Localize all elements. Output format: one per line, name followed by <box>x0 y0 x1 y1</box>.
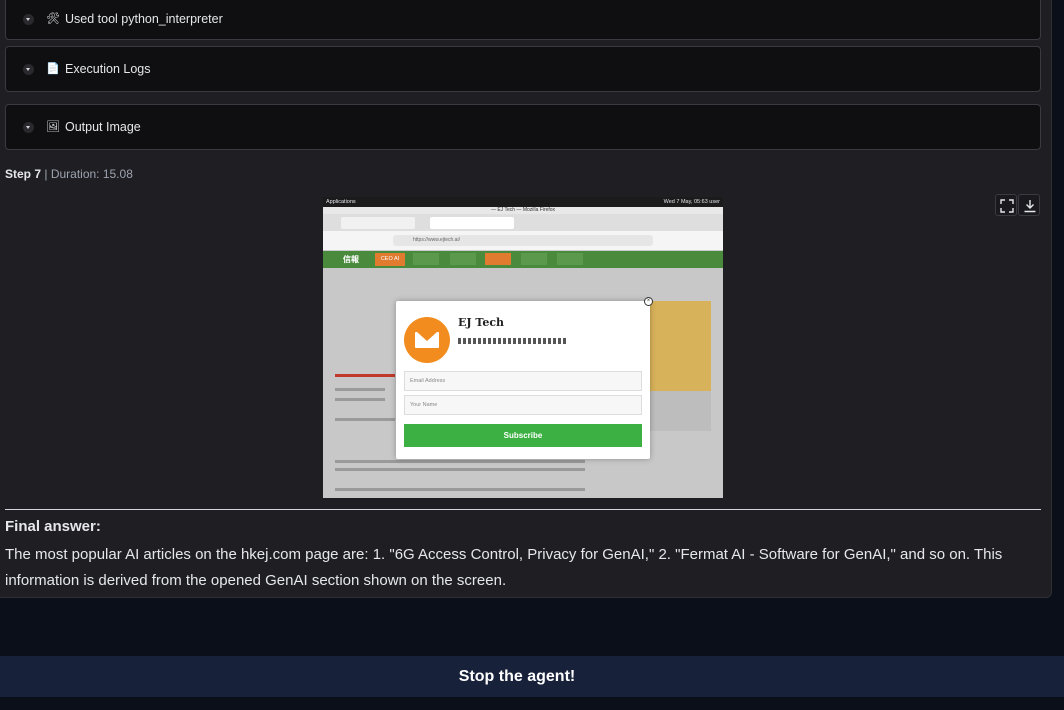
browser-tab <box>341 217 415 229</box>
page-line <box>335 468 585 471</box>
desktop-topbar: Applications Wed 7 May, 05:63 user <box>323 197 723 207</box>
logs-icon: 📄 <box>46 62 60 75</box>
stop-agent-button[interactable]: Stop the agent! <box>0 656 1034 697</box>
nav-tab <box>413 253 439 265</box>
email-field: Email Address <box>404 371 642 391</box>
step-separator: | <box>41 167 51 181</box>
chevron-down-icon[interactable] <box>23 121 34 133</box>
image-icon: 🖼 <box>46 120 60 133</box>
agent-screenshot: Applications Wed 7 May, 05:63 user — EJ … <box>323 197 723 498</box>
step-duration: Duration: 15.08 <box>50 167 133 181</box>
page-line <box>335 388 385 391</box>
browser-urlbar: https://www.ejtech.ai/ <box>323 231 723 251</box>
browser-tabs <box>323 214 723 231</box>
tool-icon: 🛠 <box>46 12 60 25</box>
divider <box>5 509 1041 510</box>
download-icon <box>1024 200 1036 213</box>
clock: Wed 7 May, 05:63 user <box>663 199 720 205</box>
chat-panel: 🛠 Used tool python_interpreter 📄 Executi… <box>0 0 1052 598</box>
chevron-down-icon[interactable] <box>23 13 34 25</box>
final-answer-label: Final answer: <box>5 518 101 535</box>
nav-tab <box>450 253 476 265</box>
modal-title: EJ Tech <box>458 316 505 329</box>
nav-tab <box>485 253 511 265</box>
name-field: Your Name <box>404 395 642 415</box>
bottom-bar: Stop the agent! <box>0 656 1064 697</box>
nav-tab <box>521 253 547 265</box>
page-line <box>335 488 585 491</box>
site-logo: 信報 <box>343 254 359 264</box>
step-header: Step 7 | Duration: 15.08 <box>5 167 133 181</box>
subscribe-button: Subscribe <box>404 424 642 447</box>
accordion-execution-logs[interactable]: 📄 Execution Logs <box>5 46 1041 92</box>
fullscreen-button[interactable] <box>995 194 1017 216</box>
download-button[interactable] <box>1018 194 1040 216</box>
accordion-used-tool[interactable]: 🛠 Used tool python_interpreter <box>5 0 1041 40</box>
applications-menu: Applications <box>326 199 356 205</box>
fullscreen-icon <box>1000 199 1014 213</box>
page-line <box>335 418 395 421</box>
url-field: https://www.ejtech.ai/ <box>393 235 653 246</box>
nav-tab-active: CEO AI <box>375 253 405 266</box>
chevron-down-icon[interactable] <box>23 63 34 75</box>
accordion-label: Execution Logs <box>65 62 151 76</box>
close-icon: × <box>644 297 653 306</box>
accordion-output-image[interactable]: 🖼 Output Image <box>5 104 1041 150</box>
accordion-label: Output Image <box>65 120 141 134</box>
page-line <box>335 460 585 463</box>
page-line <box>335 398 385 401</box>
page-line <box>335 374 395 377</box>
envelope-icon <box>404 317 450 363</box>
step-label: Step 7 <box>5 167 42 181</box>
modal-subtitle <box>458 338 568 344</box>
nav-tab <box>557 253 583 265</box>
subscribe-modal: × EJ Tech Email Address Your Name Subscr… <box>396 297 653 459</box>
browser-tab-active <box>430 217 514 229</box>
window-title: — EJ Tech — Mozilla Firefox <box>323 207 723 214</box>
accordion-label: Used tool python_interpreter <box>65 12 223 26</box>
final-answer-text: The most popular AI articles on the hkej… <box>5 546 1003 589</box>
site-nav: 信報 CEO AI <box>323 251 723 268</box>
